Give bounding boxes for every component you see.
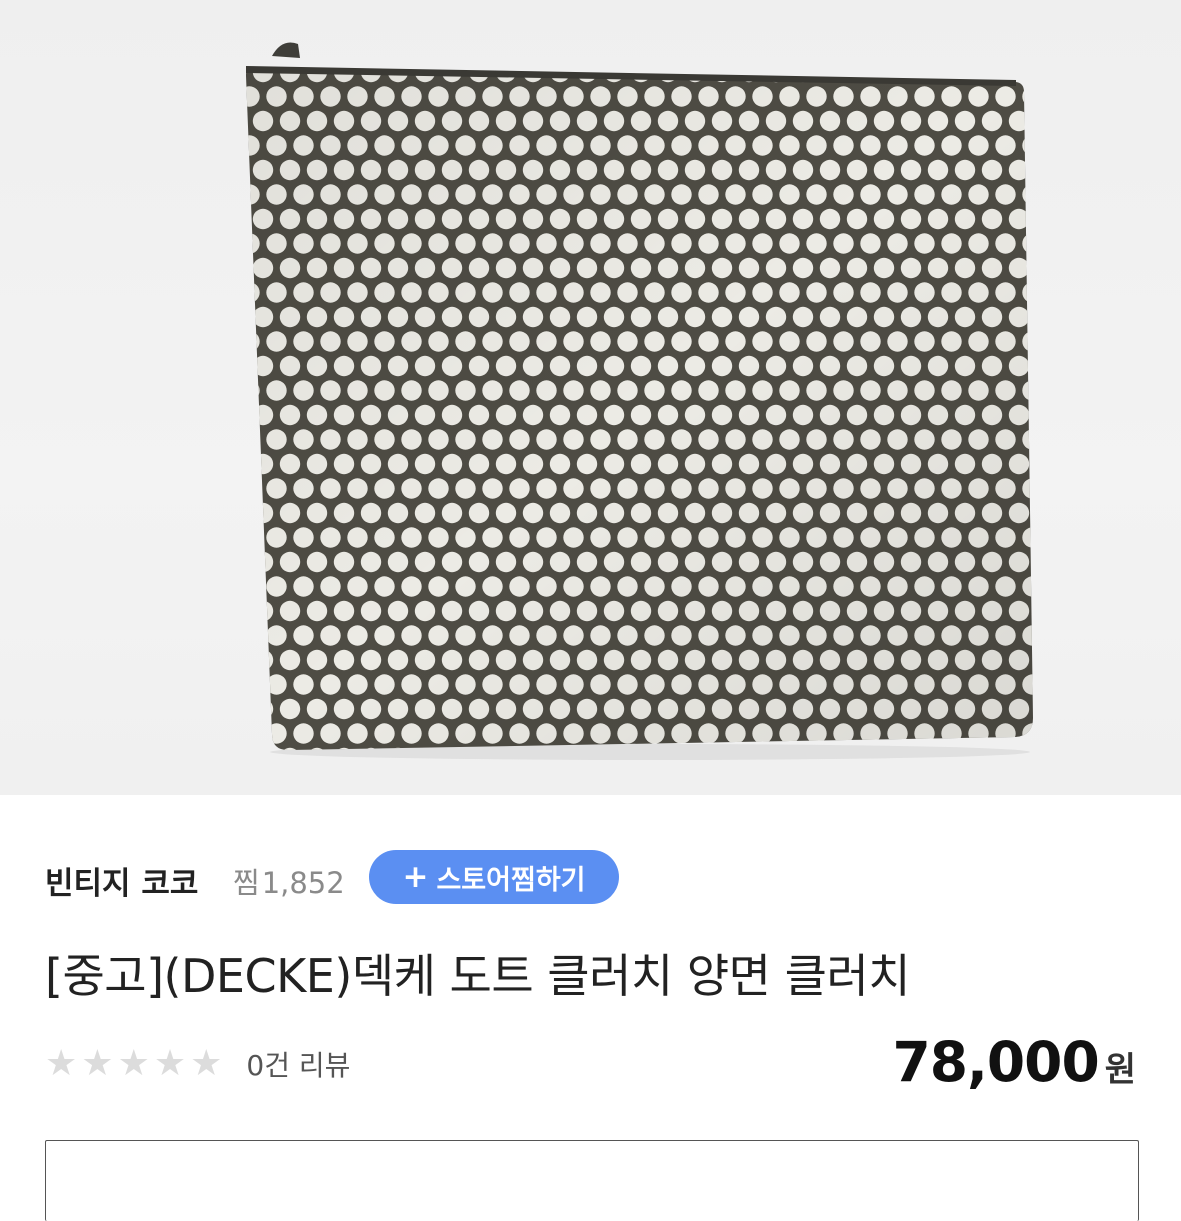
favorite-prefix: 찜 bbox=[233, 866, 260, 900]
review-count-link[interactable]: 0건 리뷰 bbox=[246, 1044, 350, 1084]
store-row: 빈티지 코코 찜1,852 + 스토어찜하기 bbox=[45, 850, 1145, 906]
price: 78,000 원 bbox=[892, 1030, 1136, 1094]
store-favorite-count: 찜1,852 bbox=[233, 860, 345, 902]
product-image[interactable] bbox=[0, 0, 1181, 795]
follow-store-label: 스토어찜하기 bbox=[436, 864, 586, 896]
price-unit: 원 bbox=[1104, 1050, 1136, 1090]
star-icon: ★ bbox=[117, 1043, 150, 1084]
product-title: [중고](DECKE)덱케 도트 클러치 양면 클러치 bbox=[45, 949, 911, 1003]
star-icon: ★ bbox=[153, 1043, 187, 1084]
follow-store-button[interactable]: + 스토어찜하기 bbox=[369, 850, 619, 904]
polka-dot-clutch-image bbox=[246, 42, 1033, 760]
star-rating[interactable]: ★ ★ ★ ★ ★ bbox=[45, 1046, 222, 1082]
plus-icon: + bbox=[402, 858, 429, 895]
star-icon: ★ bbox=[190, 1043, 223, 1084]
store-name[interactable]: 빈티지 코코 bbox=[45, 858, 198, 903]
star-icon: ★ bbox=[45, 1043, 78, 1084]
star-icon: ★ bbox=[81, 1043, 114, 1084]
favorite-number: 1,852 bbox=[261, 866, 345, 900]
price-amount: 78,000 bbox=[892, 1030, 1099, 1094]
rating-row: ★ ★ ★ ★ ★ 0건 리뷰 bbox=[45, 1042, 350, 1086]
